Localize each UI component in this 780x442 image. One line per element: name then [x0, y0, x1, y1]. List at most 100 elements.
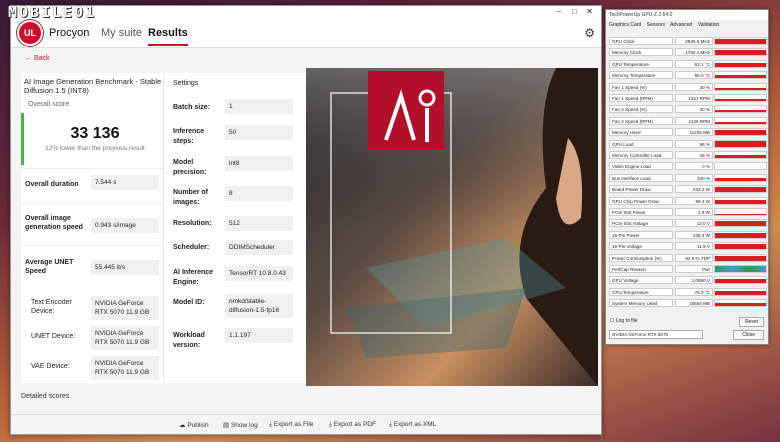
- sensor-name: Memory Clock: [609, 48, 673, 57]
- metric-value: 0.943 s/image: [91, 218, 159, 233]
- reset-button[interactable]: Reset: [738, 317, 764, 327]
- maximize-icon[interactable]: □: [572, 7, 577, 16]
- sensor-graph: [714, 287, 767, 296]
- score-comparison: 12% lower than the previous result: [45, 145, 145, 152]
- export-file-button[interactable]: ⤓ Export as File: [269, 421, 313, 429]
- sensor-name: CPU Temperature: [609, 287, 673, 296]
- sensor-row: Board Power Draw 232.2 W: [609, 185, 767, 194]
- gpuz-tab-graphics-card[interactable]: Graphics Card: [609, 22, 641, 28]
- device-label: Text Encoder Device:: [31, 299, 72, 315]
- setting-value: TensorRT 10.8.0.43: [225, 266, 293, 281]
- gpuz-tab-validation[interactable]: Validation: [698, 22, 720, 28]
- sensor-graph: [714, 59, 767, 68]
- sensor-graph: [714, 230, 767, 239]
- sensor-row: Memory Clock 1750.1 MHz: [609, 48, 767, 57]
- sensor-name: Fan 2 Speed (%): [609, 105, 673, 114]
- sensor-row: Bus Interface Load 100 %: [609, 173, 767, 183]
- sensor-graph-bar: [715, 232, 766, 238]
- brand-name: Procyon: [49, 27, 90, 39]
- sensor-name: Memory Controller Load: [609, 151, 673, 159]
- close-icon[interactable]: ✕: [586, 7, 593, 16]
- setting-value: 512: [225, 216, 293, 231]
- sensor-name: GPU Load: [609, 139, 673, 148]
- gpuz-title: TechPowerUp GPU-Z 2.64.0: [606, 10, 768, 20]
- score-box: 33 136 12% lower than the previous resul…: [21, 113, 166, 165]
- sensor-graph-bar: [715, 122, 766, 124]
- setting-label: Number of images:: [173, 189, 208, 206]
- sensor-value: 1.9 W: [675, 208, 713, 216]
- sensor-value: 92.9 % TDP: [675, 253, 713, 262]
- sensor-name: Fan 2 Speed (RPM): [609, 116, 673, 125]
- sensor-graph: [714, 105, 767, 114]
- log-to-file-checkbox[interactable]: ☐ Log to file: [610, 318, 638, 324]
- back-link[interactable]: ← Back: [25, 55, 50, 62]
- sensor-graph-bar: [715, 187, 766, 193]
- sensor-graph-bar: [715, 75, 766, 79]
- sensor-value: 46 %: [675, 151, 713, 159]
- detailed-scores-label[interactable]: Detailed scores: [21, 393, 69, 400]
- export-pdf-label: Export as PDF: [333, 421, 376, 428]
- sensor-row: GPU Load 96 %: [609, 139, 767, 149]
- minimize-icon[interactable]: –: [557, 7, 561, 16]
- metric-value: 7.544 s: [91, 175, 159, 190]
- setting-value: nmkd/stable-diffusion-1.5-fp16: [225, 294, 293, 318]
- footer-bar: ☁ Publish ▤ Show log ⤓ Export as File ⤓ …: [11, 414, 601, 434]
- sensor-row: 16-Pin Voltage 11.9 V: [609, 242, 767, 251]
- publish-button[interactable]: ☁ Publish: [179, 421, 209, 429]
- sensor-graph: [714, 276, 767, 285]
- gpuz-tab-sensors[interactable]: Sensors: [647, 22, 665, 28]
- sensor-value: 96 %: [675, 139, 713, 148]
- setting-value: DDIMScheduler: [225, 240, 293, 255]
- export-pdf-button[interactable]: ⤓ Export as PDF: [329, 421, 376, 429]
- export-xml-button[interactable]: ⤓ Export as XML: [389, 421, 436, 429]
- benchmark-artwork: [306, 68, 598, 386]
- result-panel: AI Image Generation Benchmark - Stable D…: [21, 73, 166, 383]
- sensor-name: GPU Temperature: [609, 59, 673, 68]
- sensor-value: 30 %: [675, 105, 713, 114]
- sensor-value: 16654 MB: [675, 299, 713, 308]
- sensor-row: PCIe Slot Voltage 12.0 V: [609, 219, 767, 228]
- gpu-select[interactable]: NVIDIA GeForce RTX 5070: [609, 330, 703, 339]
- sensor-name: GPU Voltage: [609, 276, 673, 285]
- sensor-graph-bar: [715, 63, 766, 67]
- close-button[interactable]: Close: [733, 330, 764, 340]
- sensor-graph: [714, 299, 767, 308]
- show-log-button[interactable]: ▤ Show log: [223, 421, 258, 429]
- sensor-value: 1146 RPM: [675, 116, 713, 125]
- sensor-name: 16-Pin Voltage: [609, 242, 673, 251]
- sensor-name: Bus Interface Load: [609, 173, 673, 182]
- sensor-row: PCIe Slot Power 1.9 W: [609, 208, 767, 217]
- cloud-upload-icon: ☁: [179, 422, 186, 429]
- sensor-name: PCIe Slot Power: [609, 208, 673, 216]
- sensor-value: 58.0 °C: [675, 71, 713, 80]
- sensor-graph-bar: [715, 302, 766, 307]
- sensor-row: Fan 1 Speed (RPM) 1321 RPM: [609, 94, 767, 103]
- gear-icon[interactable]: ⚙: [584, 26, 595, 40]
- setting-label: Batch size:: [173, 104, 210, 111]
- sensor-graph-bar: [715, 290, 766, 295]
- sensor-value: 12.0 V: [675, 219, 713, 228]
- overall-score-label: Overall score: [28, 101, 70, 108]
- sensor-name: Board Power Draw: [609, 185, 673, 194]
- export-file-label: Export as File: [273, 421, 314, 428]
- tab-results[interactable]: Results: [148, 27, 188, 39]
- sensor-name: Video Engine Load: [609, 162, 673, 171]
- sensor-name: GPU Clock: [609, 37, 673, 45]
- setting-label: Resolution:: [173, 220, 212, 227]
- tab-my-suite[interactable]: My suite: [101, 27, 142, 39]
- publish-label: Publish: [187, 422, 209, 429]
- sensor-graph: [714, 139, 767, 148]
- device-value: NVIDIA GeForce RTX 5070 11.9 GB: [91, 356, 159, 380]
- procyon-window: – □ ✕ UL Procyon My suite Results ⚙ ← Ba…: [10, 5, 602, 435]
- device-value: NVIDIA GeForce RTX 5070 11.9 GB: [91, 326, 159, 350]
- sensor-graph-bar: [715, 98, 766, 101]
- sensor-name: Memory Used: [609, 128, 673, 137]
- gpuz-tab-advanced[interactable]: Advanced: [670, 22, 692, 28]
- watermark-logo: MOBILE01: [8, 3, 97, 21]
- metric-label: Overall duration: [25, 181, 79, 188]
- metric-label: Overall image generation speed: [25, 215, 83, 231]
- sensor-name: 16-Pin Power: [609, 230, 673, 239]
- sensor-graph-bar: [715, 110, 766, 113]
- ul-logo-icon: UL: [17, 20, 43, 46]
- sensor-value: 11225 MB: [675, 128, 713, 137]
